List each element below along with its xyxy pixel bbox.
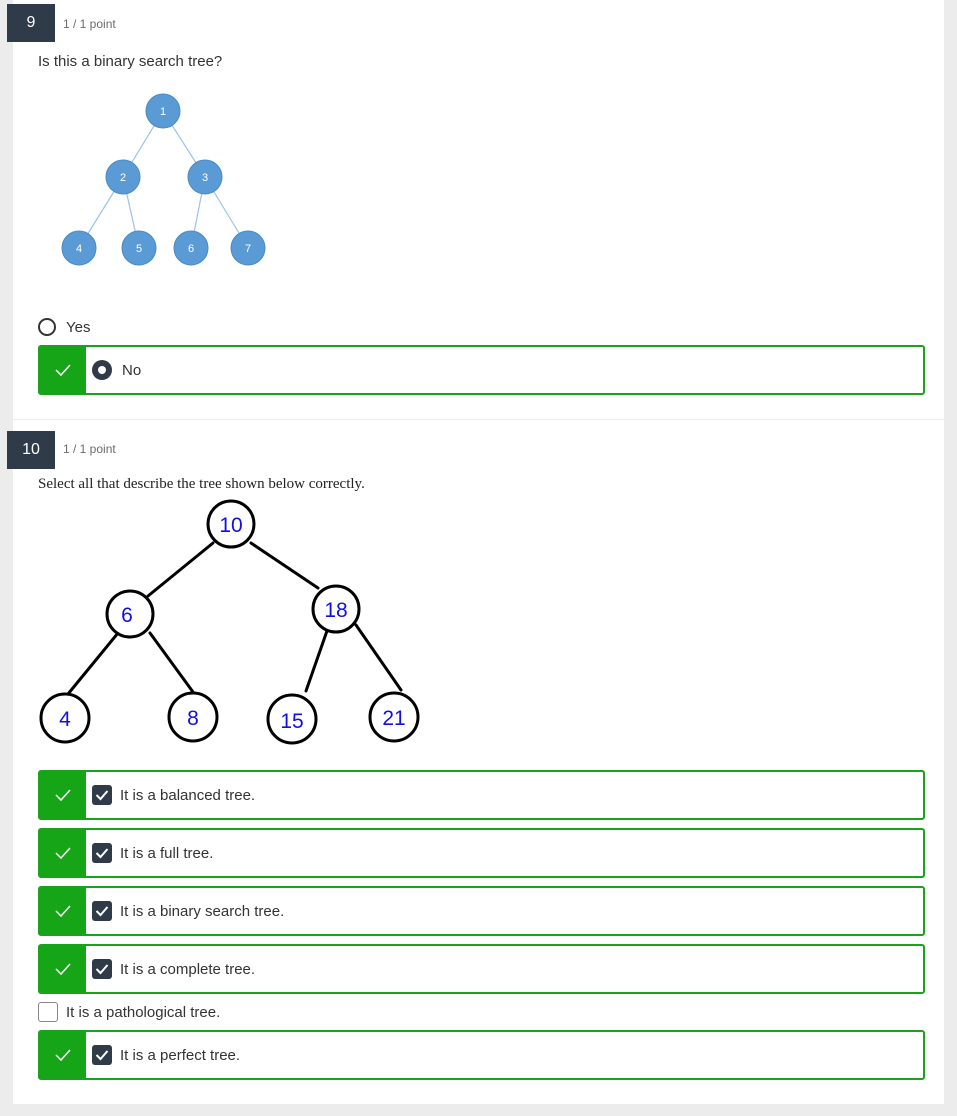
option-label: It is a binary search tree.	[120, 902, 285, 920]
checkmark-icon	[55, 1049, 71, 1062]
tree-edge	[249, 541, 320, 590]
option-complete-tree[interactable]: It is a complete tree.	[38, 944, 925, 994]
option-label: It is a complete tree.	[120, 960, 256, 978]
tree-node-label: 4	[76, 243, 82, 255]
option-label: Yes	[66, 318, 91, 336]
tree-node-label: 5	[136, 243, 142, 255]
option-label: No	[122, 361, 142, 379]
tree-node-label: 3	[202, 172, 208, 184]
tree-edge	[304, 626, 330, 693]
checkmark-icon	[55, 905, 71, 918]
option-pathological-tree[interactable]: It is a pathological tree.	[38, 999, 220, 1025]
checkmark-icon	[55, 963, 71, 976]
option-no[interactable]: No	[38, 345, 925, 395]
check-icon	[95, 848, 109, 859]
question-number-badge: 10	[7, 431, 55, 469]
question-10-card: 10 1 / 1 point Select all that describe …	[7, 420, 944, 1104]
question-number-badge: 9	[7, 4, 55, 42]
tree-node-label: 1	[160, 106, 166, 118]
tree-edge	[146, 541, 215, 598]
checkmark-icon	[55, 364, 71, 377]
check-icon	[95, 1050, 109, 1061]
correct-indicator	[40, 946, 86, 992]
question-prompt: Is this a binary search tree?	[38, 53, 223, 70]
tree-node-label: 2	[120, 172, 126, 184]
binary-tree-diagram: 1 2 3 4 5 6 7	[61, 93, 266, 266]
correct-indicator	[40, 830, 86, 876]
tree-edge	[148, 631, 195, 694]
correct-indicator	[40, 1032, 86, 1078]
points-label: 1 / 1 point	[63, 442, 116, 456]
tree-node-label: 21	[382, 707, 405, 730]
tree-node-label: 7	[245, 243, 251, 255]
checkbox-checked[interactable]	[92, 901, 112, 921]
option-balanced-tree[interactable]: It is a balanced tree.	[38, 770, 925, 820]
check-icon	[95, 906, 109, 917]
checkbox-checked[interactable]	[92, 959, 112, 979]
question-prompt: Select all that describe the tree shown …	[38, 476, 365, 492]
points-label: 1 / 1 point	[63, 17, 116, 31]
correct-indicator	[40, 347, 86, 393]
tree-node-label: 10	[219, 514, 242, 537]
option-yes[interactable]: Yes	[38, 314, 90, 340]
tree-node-label: 4	[59, 708, 71, 731]
radio-button-selected[interactable]	[92, 360, 112, 380]
checkbox-checked[interactable]	[92, 785, 112, 805]
tree-node-label: 6	[188, 243, 194, 255]
option-full-tree[interactable]: It is a full tree.	[38, 828, 925, 878]
checkbox-checked[interactable]	[92, 1045, 112, 1065]
option-label: It is a pathological tree.	[66, 1003, 221, 1021]
tree-node-label: 6	[121, 604, 133, 627]
option-label: It is a perfect tree.	[120, 1046, 241, 1064]
tree-node-label: 15	[280, 710, 303, 733]
tree-edge	[66, 631, 120, 696]
option-label: It is a balanced tree.	[120, 786, 256, 804]
question-9-card: 9 1 / 1 point Is this a binary search tr…	[7, 0, 944, 419]
checkmark-icon	[55, 847, 71, 860]
correct-indicator	[40, 772, 86, 818]
option-binary-search-tree[interactable]: It is a binary search tree.	[38, 886, 925, 936]
radio-button[interactable]	[38, 318, 56, 336]
tree-node-label: 18	[324, 599, 347, 622]
checkbox-checked[interactable]	[92, 843, 112, 863]
tree-node-label: 8	[187, 707, 199, 730]
option-label: It is a full tree.	[120, 844, 214, 862]
check-icon	[95, 964, 109, 975]
tree-edge	[354, 623, 403, 692]
correct-indicator	[40, 888, 86, 934]
option-perfect-tree[interactable]: It is a perfect tree.	[38, 1030, 925, 1080]
checkbox[interactable]	[38, 1002, 58, 1022]
check-icon	[95, 790, 109, 801]
handwritten-tree-diagram: 10 6 18 4 8 15 21	[39, 499, 420, 745]
checkmark-icon	[55, 789, 71, 802]
